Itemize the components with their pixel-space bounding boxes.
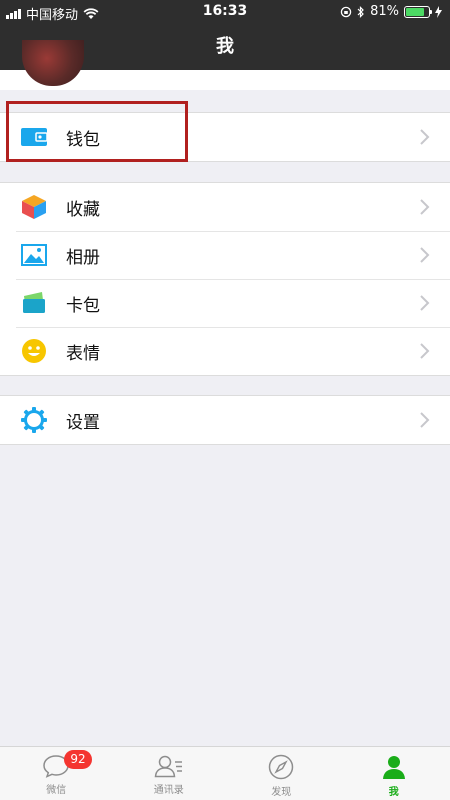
- profile-strip[interactable]: [0, 40, 450, 90]
- chevron-right-icon: [420, 247, 430, 263]
- status-bar: 中国移动 16:33 81%: [0, 0, 450, 24]
- chevron-right-icon: [420, 129, 430, 145]
- orientation-lock-icon: [340, 6, 352, 17]
- card-wallet-icon: [20, 289, 48, 317]
- tab-contacts[interactable]: 通讯录: [113, 747, 226, 800]
- battery-percent: 81%: [370, 4, 399, 19]
- favorites-row[interactable]: 收藏: [0, 183, 450, 231]
- settings-group: 设置: [0, 395, 450, 445]
- stickers-row[interactable]: 表情: [0, 327, 450, 375]
- contacts-icon: [154, 755, 182, 778]
- settings-row[interactable]: 设置: [0, 396, 450, 444]
- tab-chats[interactable]: 92 微信: [0, 747, 113, 800]
- stickers-label: 表情: [66, 343, 100, 364]
- charging-bolt-icon: [435, 5, 442, 18]
- tab-contacts-label: 通讯录: [153, 785, 184, 796]
- favorites-cube-icon: [20, 193, 48, 221]
- unread-badge: 92: [64, 750, 92, 769]
- card-wallet-label: 卡包: [66, 295, 100, 316]
- avatar[interactable]: [22, 40, 84, 86]
- album-row[interactable]: 相册: [0, 231, 450, 279]
- gear-icon: [20, 406, 48, 434]
- chevron-right-icon: [420, 199, 430, 215]
- compass-icon: [269, 754, 294, 780]
- status-right: 81%: [340, 4, 442, 19]
- bluetooth-icon: [357, 5, 364, 18]
- smiley-face-icon: [20, 337, 48, 365]
- album-picture-icon: [20, 241, 48, 269]
- tab-me-label: 我: [388, 787, 399, 798]
- highlight-box: [6, 101, 188, 162]
- page-title: 我: [216, 36, 234, 57]
- chevron-right-icon: [420, 295, 430, 311]
- settings-label: 设置: [66, 412, 100, 433]
- main-group: 收藏 相册 卡包 表情: [0, 182, 450, 376]
- tab-discover[interactable]: 发现: [225, 747, 338, 800]
- favorites-label: 收藏: [66, 199, 100, 220]
- tab-me[interactable]: 我: [338, 747, 450, 800]
- chevron-right-icon: [420, 412, 430, 428]
- tab-discover-label: 发现: [271, 787, 292, 798]
- tab-bar: 92 微信 通讯录 发现 我: [0, 746, 450, 800]
- tab-chats-label: 微信: [46, 785, 67, 796]
- chevron-right-icon: [420, 343, 430, 359]
- card-wallet-row[interactable]: 卡包: [0, 279, 450, 327]
- person-icon: [382, 756, 405, 779]
- album-label: 相册: [66, 247, 100, 268]
- battery-icon: [404, 5, 432, 18]
